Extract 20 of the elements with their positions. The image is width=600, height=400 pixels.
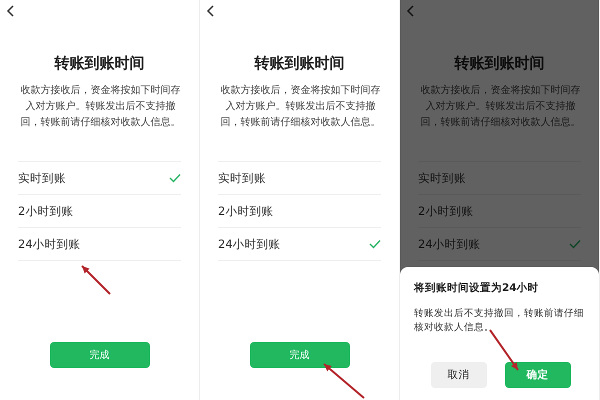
sheet-message: 转账发出后不支持撤回，转账前请仔细核对收款人信息。	[414, 307, 585, 335]
pointer-arrow	[489, 329, 519, 371]
page-title: 转账到账时间	[53, 54, 146, 73]
pointer-arrow	[323, 363, 365, 399]
option-row[interactable]: 2小时到账	[218, 195, 381, 228]
cancel-button[interactable]: 取消	[430, 362, 486, 388]
description-text: 收款方接收后，资金将按如下时间存入对方账户。转账发出后不支持撤回，转账前请仔细核对收款人信息。	[20, 84, 181, 130]
description-text: 收款方接收后，资金将按如下时间存入对方账户。转账发出后不支持撤回，转账前请仔细核对收款人信息。	[420, 84, 581, 130]
back-icon[interactable]	[206, 4, 216, 18]
description-text: 收款方接收后，资金将按如下时间存入对方账户。转账发出后不支持撤回，转账前请仔细核对收款人信息。	[220, 84, 381, 130]
option-row[interactable]: 24小时到账	[18, 228, 181, 261]
pointer-arrow	[81, 265, 111, 295]
option-row[interactable]: 2小时到账	[18, 195, 181, 228]
back-icon[interactable]	[6, 4, 16, 18]
page-title: 转账到账时间	[453, 54, 546, 73]
option-row[interactable]: 实时到账	[18, 162, 181, 195]
page-title: 转账到账时间	[253, 54, 346, 73]
option-row[interactable]: 24小时到账	[218, 228, 381, 261]
option-row[interactable]: 实时到账	[218, 162, 381, 195]
sheet-title: 将到账时间设置为24小时	[414, 281, 540, 295]
